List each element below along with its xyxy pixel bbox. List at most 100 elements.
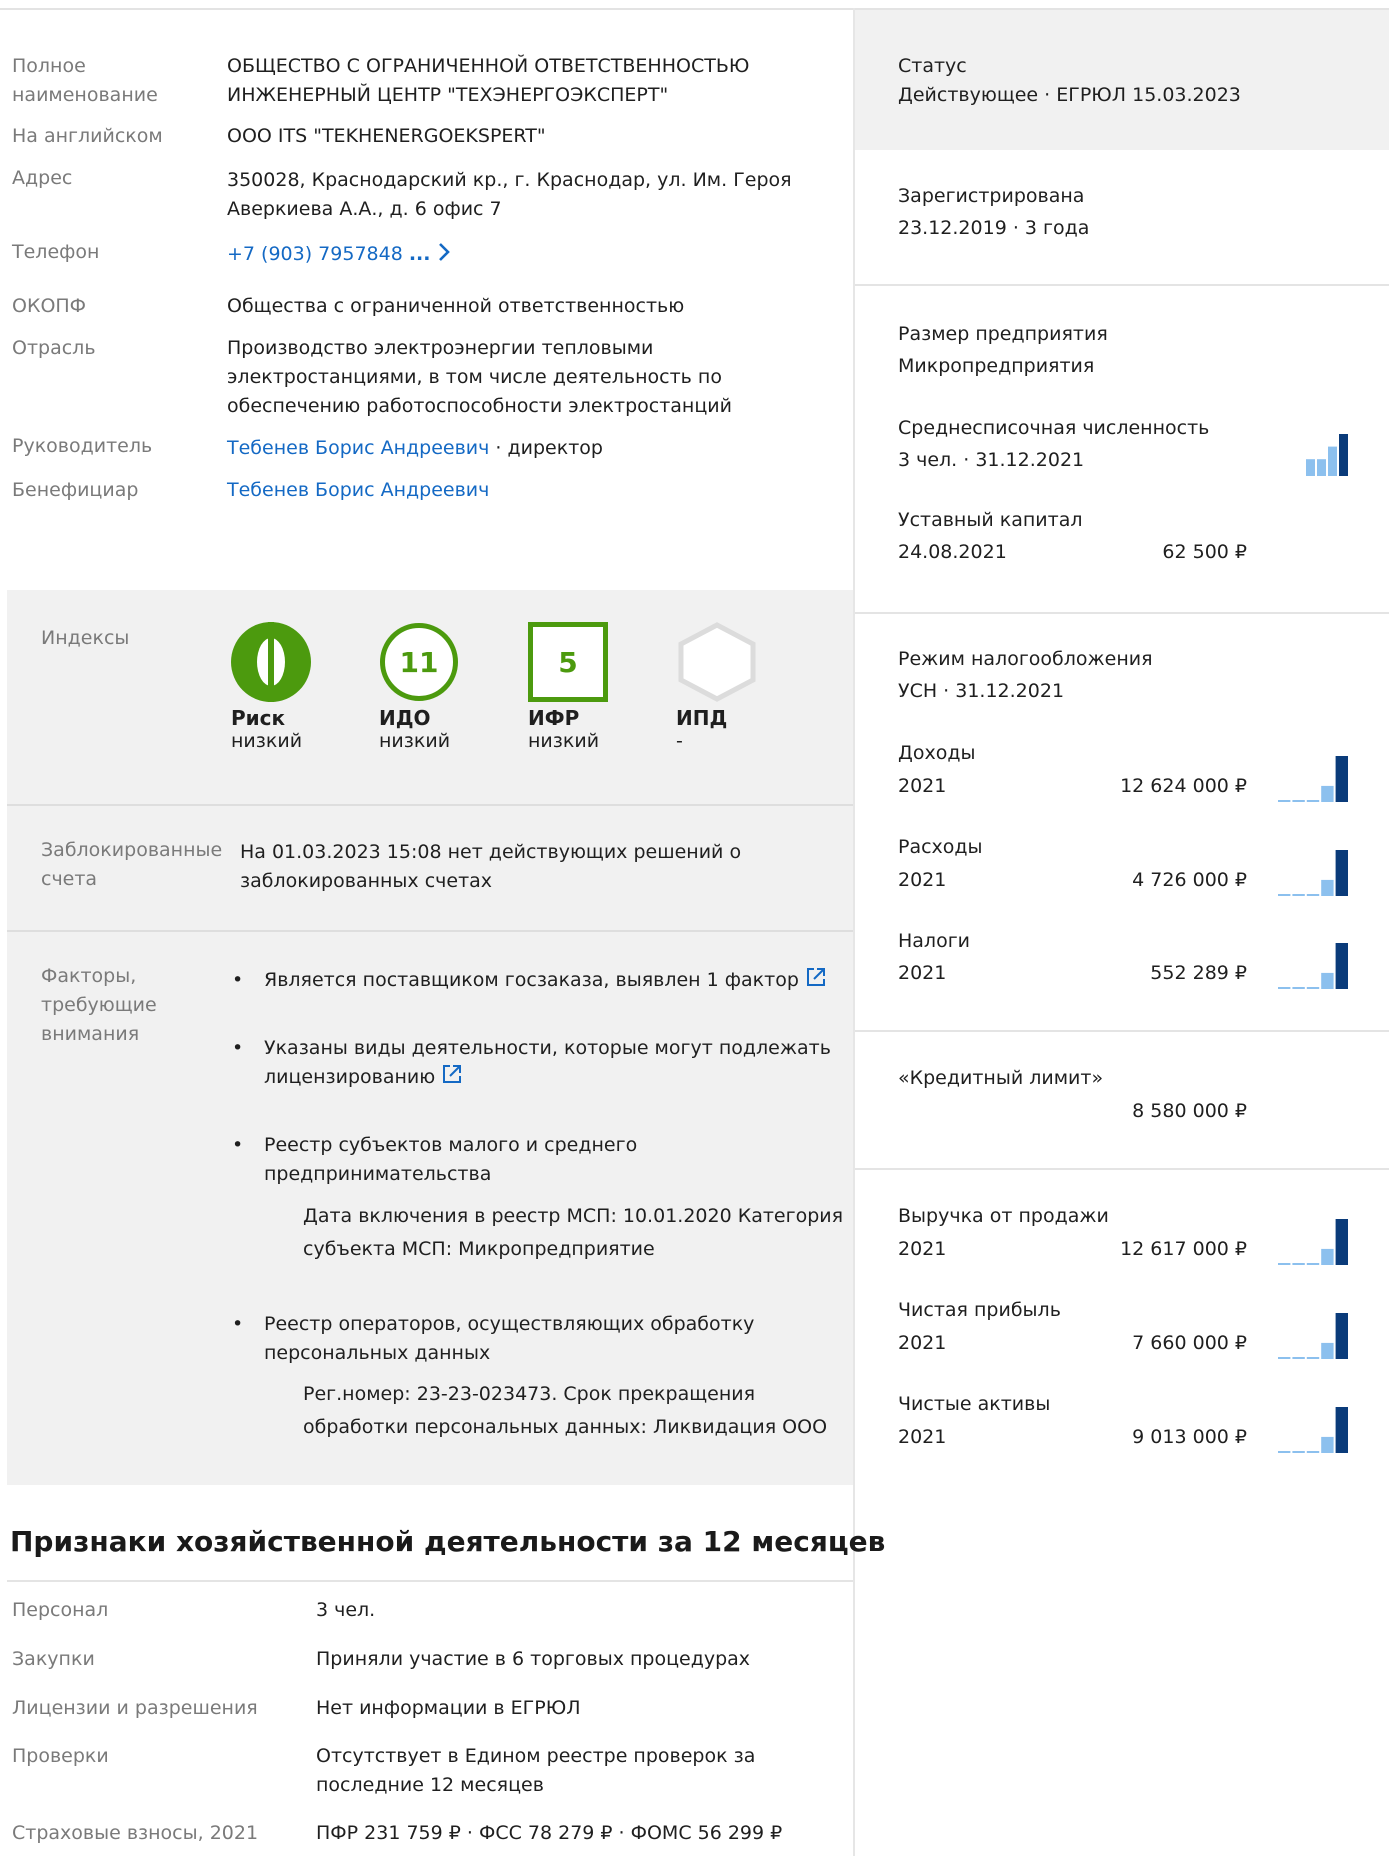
staff-label: Персонал	[12, 1599, 109, 1621]
factor-3-line-1: Реестр субъектов малого и среднего	[264, 1134, 638, 1156]
index-ido[interactable]: 11 ИДО низкий	[379, 622, 499, 752]
factors-label-line-3: внимания	[41, 1023, 140, 1045]
size-label: Размер предприятия	[898, 323, 1108, 345]
bullet: •	[232, 969, 244, 991]
blocked-divider	[7, 930, 853, 932]
inspections-line-1: Отсутствует в Едином реестре проверок за	[316, 1745, 756, 1767]
profit-sparkline[interactable]	[1278, 1313, 1348, 1359]
index-risk[interactable]: Риск низкий	[231, 622, 351, 752]
taxes-value: 552 289 ₽	[1150, 962, 1247, 984]
spark-bar	[1335, 943, 1348, 989]
credit-divider	[855, 1168, 1389, 1170]
credit-label: «Кредитный лимит»	[898, 1067, 1104, 1089]
full-name-value: ОБЩЕСТВО С ОГРАНИЧЕННОЙ ОТВЕТСТВЕННОСТЬЮ…	[227, 52, 749, 110]
head-link[interactable]: Тебенев Борис Андреевич	[227, 437, 489, 459]
purchases-label: Закупки	[12, 1648, 95, 1670]
ido-status: низкий	[379, 730, 451, 752]
risk-status: низкий	[231, 730, 303, 752]
registered-value: 23.12.2019 · 3 года	[898, 217, 1090, 239]
revenue-sparkline[interactable]	[1278, 1219, 1348, 1265]
industry-line-2: электростанциями, в том числе деятельнос…	[227, 366, 722, 388]
spark-bar	[1328, 446, 1337, 476]
blocked-label-line-1: Заблокированные	[41, 839, 223, 861]
spark-bar	[1306, 1263, 1320, 1265]
capital-value: 62 500 ₽	[1162, 541, 1247, 563]
blocked-text-line-2: заблокированных счетах	[240, 870, 493, 892]
spark-bar	[1321, 785, 1334, 802]
spark-bar	[1292, 987, 1305, 989]
bullet: •	[232, 1037, 244, 1059]
okopf-label: ОКОПФ	[12, 295, 87, 317]
factor-1-text: Является поставщиком госзаказа, выявлен …	[264, 969, 799, 991]
assets-label: Чистые активы	[898, 1393, 1051, 1415]
indexes-label: Индексы	[41, 627, 130, 649]
employees-sparkline[interactable]	[1306, 434, 1348, 476]
spark-bar	[1335, 850, 1348, 896]
spark-bar	[1292, 1451, 1305, 1453]
taxes-year: 2021	[898, 962, 947, 984]
tax-value: УСН · 31.12.2021	[898, 680, 1065, 702]
industry-value: Производство электроэнергии тепловыми эл…	[227, 334, 732, 421]
spark-bar	[1321, 879, 1334, 896]
factors-label-line-2: требующие	[41, 994, 157, 1016]
factor-4-line-1: Реестр операторов, осуществляющих обрабо…	[264, 1313, 755, 1335]
income-value: 12 624 000 ₽	[1120, 775, 1247, 797]
industry-line-3: обеспечению работоспособности электроста…	[227, 395, 732, 417]
factor-4-sub-line-1: Рег.номер: 23-23-023473. Срок прекращени…	[303, 1383, 756, 1405]
bullet: •	[232, 1313, 244, 1335]
inspections-value: Отсутствует в Едином реестре проверок за…	[316, 1742, 755, 1800]
phone-link[interactable]: +7 (903) 7957848	[227, 243, 403, 265]
factor-3-sub-line-1: Дата включения в реестр МСП: 10.01.2020 …	[303, 1205, 844, 1227]
expenses-sparkline[interactable]	[1278, 850, 1348, 896]
revenue-value: 12 617 000 ₽	[1120, 1238, 1247, 1260]
phone-value[interactable]: +7 (903) 7957848 ...	[227, 240, 451, 269]
full-name-line-1: ОБЩЕСТВО С ОГРАНИЧЕННОЙ ОТВЕТСТВЕННОСТЬЮ	[227, 55, 750, 77]
taxes-sparkline[interactable]	[1278, 943, 1348, 989]
spark-bar	[1278, 1357, 1291, 1359]
inspections-line-2: последние 12 месяцев	[316, 1774, 544, 1796]
licenses-label: Лицензии и разрешения	[12, 1697, 258, 1719]
okopf-value: Общества с ограниченной ответственностью	[227, 295, 685, 317]
external-link-icon[interactable]	[441, 1063, 463, 1085]
income-label: Доходы	[898, 742, 976, 764]
income-sparkline[interactable]	[1278, 756, 1348, 802]
ido-circle-icon: 11	[380, 623, 458, 701]
spark-bar	[1335, 1407, 1348, 1453]
spark-bar	[1278, 894, 1291, 896]
assets-sparkline[interactable]	[1278, 1407, 1348, 1453]
spark-bar	[1317, 459, 1326, 476]
index-ipd[interactable]: ИПД -	[676, 622, 796, 752]
full-name-label: Полное наименование	[12, 55, 158, 106]
spark-bar	[1306, 459, 1315, 476]
spark-bar	[1306, 987, 1320, 989]
revenue-year: 2021	[898, 1238, 947, 1260]
ipd-title: ИПД	[676, 706, 728, 730]
activity-section-title: Признаки хозяйственной деятельности за 1…	[10, 1525, 886, 1558]
credit-value: 8 580 000 ₽	[1132, 1100, 1247, 1122]
spark-bar	[1339, 434, 1348, 476]
industry-line-1: Производство электроэнергии тепловыми	[227, 337, 654, 359]
expenses-value: 4 726 000 ₽	[1132, 869, 1247, 891]
expenses-year: 2021	[898, 869, 947, 891]
beneficiary-link[interactable]: Тебенев Борис Андреевич	[227, 479, 489, 501]
phone-more[interactable]: ...	[409, 243, 431, 265]
external-link-icon[interactable]	[805, 966, 827, 988]
spark-bar	[1292, 894, 1305, 896]
chevron-right-icon[interactable]	[437, 242, 451, 262]
profit-year: 2021	[898, 1332, 947, 1354]
taxes-divider	[855, 1030, 1389, 1032]
phone-label: Телефон	[12, 241, 100, 263]
factor-3-sub-line-2: субъекта МСП: Микропредприятие	[303, 1238, 655, 1260]
employees-label: Среднесписочная численность	[898, 417, 1210, 439]
spark-bar	[1321, 1248, 1334, 1265]
spark-bar	[1306, 1451, 1320, 1453]
indexes-divider	[7, 804, 853, 806]
head-label: Руководитель	[12, 435, 153, 457]
blocked-label: Заблокированные счета	[41, 836, 222, 894]
spark-bar	[1306, 1357, 1320, 1359]
capital-label: Уставный капитал	[898, 509, 1083, 531]
index-ifr[interactable]: 5 ИФР низкий	[528, 622, 648, 752]
spark-bar	[1335, 1219, 1348, 1265]
factor-2-line-1: Указаны виды деятельности, которые могут…	[264, 1037, 831, 1059]
spark-bar	[1278, 1451, 1291, 1453]
